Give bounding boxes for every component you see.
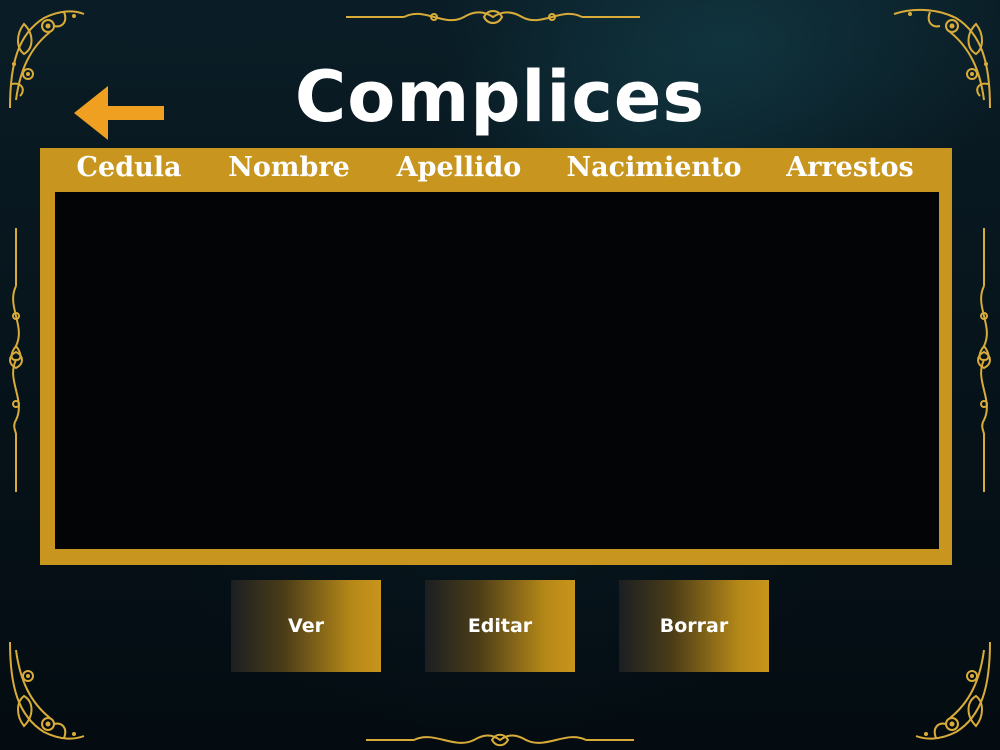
column-header-cedula[interactable]: Cedula [62, 148, 196, 190]
filigree-divider-bottom-icon [366, 733, 634, 747]
filigree-corner-bottom-left-icon [9, 641, 85, 740]
filigree-side-left-icon [9, 228, 23, 492]
column-header-nombre[interactable]: Nombre [218, 148, 360, 190]
table-body[interactable] [55, 192, 939, 549]
filigree-side-right-icon [977, 228, 991, 492]
accomplices-table: Cedula Nombre Apellido Nacimiento Arrest… [40, 148, 952, 565]
table-header: Cedula Nombre Apellido Nacimiento Arrest… [40, 148, 952, 190]
delete-button[interactable]: Borrar [619, 580, 769, 672]
column-header-apellido[interactable]: Apellido [384, 148, 534, 190]
view-button[interactable]: Ver [231, 580, 381, 672]
edit-button[interactable]: Editar [425, 580, 575, 672]
filigree-divider-top-icon [346, 10, 640, 24]
page-title: Complices [294, 56, 706, 138]
filigree-corner-bottom-right-icon [915, 641, 991, 740]
column-header-arrestos[interactable]: Arrestos [776, 148, 924, 190]
column-header-nacimiento[interactable]: Nacimiento [558, 148, 750, 190]
